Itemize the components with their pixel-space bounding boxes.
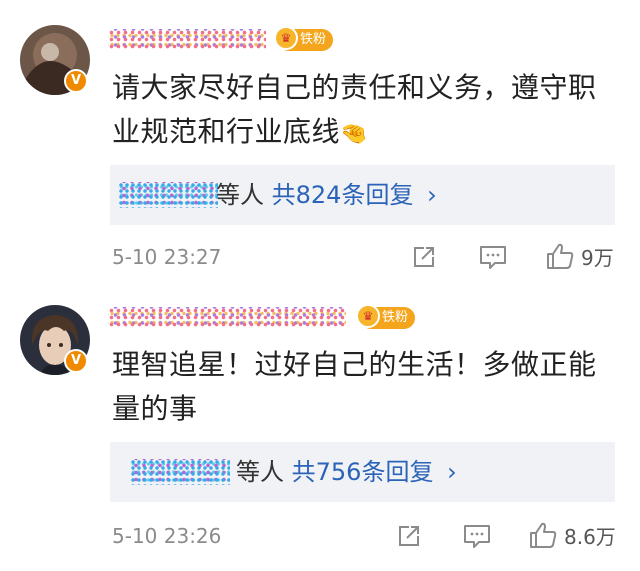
comment-icon [464, 525, 490, 548]
fan-badge: ♛ 铁粉 [356, 304, 416, 329]
crown-icon: ♛ [274, 26, 298, 50]
timestamp: 5-10 23:26 [112, 524, 222, 548]
username-blurred[interactable] [108, 29, 266, 51]
comment-text: 请大家尽好自己的责任和义务，遵守职业规范和行业底线🤏 [112, 71, 597, 148]
thumbs-up-icon [547, 243, 574, 269]
pinch-hand-emoji: 🤏 [340, 122, 368, 147]
comment-item: V ♛ 铁粉 理智追星！过好自己的生活！多做正能量的事 等人 共756条回复 ›… [0, 285, 640, 571]
verified-v-icon: V [64, 69, 88, 93]
reply-users-blurred [130, 459, 230, 485]
chevron-right-icon: › [427, 181, 437, 209]
share-button[interactable] [410, 242, 438, 272]
comment-item: V ♛ 铁粉 请大家尽好自己的责任和义务，遵守职业规范和行业底线🤏 等人 共82… [0, 0, 640, 285]
reply-count-link[interactable]: 共824条回复 [272, 181, 414, 209]
fan-badge: ♛ 铁粉 [274, 26, 334, 51]
like-count: 8.6万 [564, 524, 616, 549]
comment-button[interactable] [462, 521, 492, 551]
like-count: 9万 [581, 245, 614, 270]
share-icon [414, 247, 434, 267]
comment-icon [480, 246, 506, 269]
reply-users-blurred [118, 182, 218, 208]
like-button[interactable]: 8.6万 [528, 520, 616, 550]
like-button[interactable]: 9万 [545, 241, 614, 271]
reply-count-link[interactable]: 共756条回复 [292, 458, 434, 486]
reply-preview-box[interactable]: 等人 共824条回复 › [110, 165, 615, 225]
reply-people-label: 等人 [216, 181, 264, 209]
timestamp: 5-10 23:27 [112, 245, 222, 269]
comment-button[interactable] [478, 242, 508, 272]
share-icon [399, 526, 419, 546]
username-blurred[interactable] [108, 307, 346, 329]
reply-preview-box[interactable]: 等人 共756条回复 › [110, 442, 615, 502]
share-button[interactable] [395, 521, 423, 551]
reply-people-label: 等人 [236, 458, 284, 486]
thumbs-up-icon [530, 522, 557, 548]
verified-v-icon: V [64, 349, 88, 373]
crown-icon: ♛ [356, 304, 380, 328]
comment-text: 理智追星！过好自己的生活！多做正能量的事 [112, 348, 597, 425]
chevron-right-icon: › [447, 458, 457, 486]
